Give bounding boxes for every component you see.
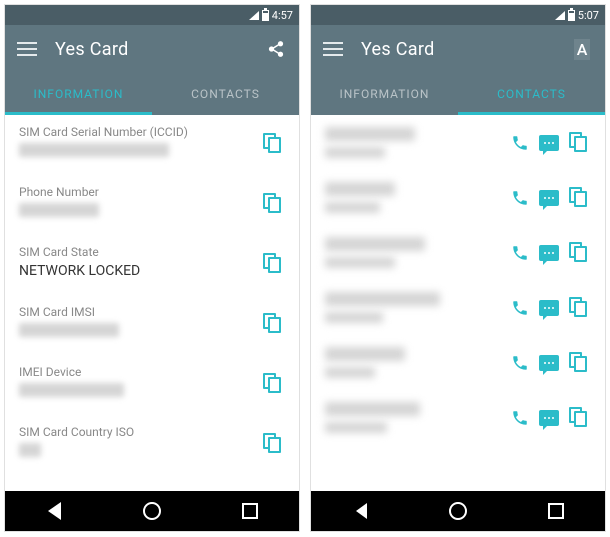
info-label: SIM Card Country ISO: [19, 425, 263, 439]
contact-actions: [511, 297, 591, 319]
nav-bar: [311, 491, 605, 531]
info-value: [19, 443, 263, 461]
phone-icon[interactable]: [511, 244, 529, 262]
contacts-content: [311, 115, 605, 491]
copy-icon[interactable]: [569, 297, 591, 319]
status-time: 5:07: [578, 9, 599, 22]
copy-icon[interactable]: [263, 433, 285, 455]
contact-info: [325, 347, 503, 378]
menu-icon[interactable]: [17, 42, 37, 56]
tab-information[interactable]: INFORMATION: [311, 73, 458, 115]
info-row: SIM Card Serial Number (ICCID): [5, 115, 299, 175]
copy-icon[interactable]: [569, 407, 591, 429]
phone-icon[interactable]: [511, 134, 529, 152]
contact-actions: [511, 407, 591, 429]
battery-icon: [262, 10, 269, 21]
signal-icon: [555, 11, 565, 20]
info-label: SIM Card State: [19, 245, 263, 259]
phone-left: 4:57 Yes Card INFORMATION CONTACTS SIM C…: [4, 4, 300, 532]
info-value: [19, 203, 263, 221]
contact-info: [325, 182, 503, 213]
copy-icon[interactable]: [263, 133, 285, 155]
info-value: [19, 143, 263, 161]
phone-icon[interactable]: [511, 354, 529, 372]
info-value: [19, 323, 263, 341]
tab-contacts[interactable]: CONTACTS: [152, 73, 299, 115]
info-row: IMEI Device: [5, 355, 299, 415]
tab-information[interactable]: INFORMATION: [5, 73, 152, 115]
info-row: SIM Card State NETWORK LOCKED: [5, 235, 299, 295]
contact-info: [325, 127, 503, 158]
contact-actions: [511, 352, 591, 374]
contact-info: [325, 402, 503, 433]
copy-icon[interactable]: [569, 132, 591, 154]
nav-home[interactable]: [438, 497, 478, 525]
sms-icon[interactable]: [539, 245, 559, 261]
sms-icon[interactable]: [539, 410, 559, 426]
nav-back-keyboard[interactable]: [340, 497, 380, 525]
contact-row[interactable]: [311, 280, 605, 335]
tab-contacts[interactable]: CONTACTS: [458, 73, 605, 115]
copy-icon[interactable]: [569, 352, 591, 374]
copy-icon[interactable]: [569, 242, 591, 264]
info-value: [19, 383, 263, 401]
copy-icon[interactable]: [263, 253, 285, 275]
nav-back[interactable]: [34, 497, 74, 525]
sms-icon[interactable]: [539, 355, 559, 371]
app-title: Yes Card: [55, 39, 265, 60]
tabs: INFORMATION CONTACTS: [311, 73, 605, 115]
phone-right: 5:07 Yes Card A INFORMATION CONTACTS: [310, 4, 606, 532]
info-label: Phone Number: [19, 185, 263, 199]
contact-actions: [511, 187, 591, 209]
phone-icon[interactable]: [511, 409, 529, 427]
phone-icon[interactable]: [511, 299, 529, 317]
app-title: Yes Card: [361, 39, 571, 60]
information-content: SIM Card Serial Number (ICCID) Phone Numb…: [5, 115, 299, 491]
contact-info: [325, 292, 503, 323]
share-icon[interactable]: [265, 38, 287, 60]
contact-row[interactable]: [311, 170, 605, 225]
right-action[interactable]: A: [571, 38, 593, 60]
status-bar: 4:57: [5, 5, 299, 25]
copy-icon[interactable]: [263, 373, 285, 395]
info-label: IMEI Device: [19, 365, 263, 379]
contact-row[interactable]: [311, 335, 605, 390]
phone-icon[interactable]: [511, 189, 529, 207]
right-badge-label: A: [574, 39, 591, 60]
info-label: SIM Card IMSI: [19, 305, 263, 319]
app-bar: Yes Card: [5, 25, 299, 73]
signal-icon: [249, 11, 259, 20]
contact-actions: [511, 132, 591, 154]
app-bar: Yes Card A: [311, 25, 605, 73]
sms-icon[interactable]: [539, 190, 559, 206]
nav-bar: [5, 491, 299, 531]
menu-icon[interactable]: [323, 42, 343, 56]
copy-icon[interactable]: [263, 193, 285, 215]
copy-icon[interactable]: [263, 313, 285, 335]
nav-recent[interactable]: [230, 497, 270, 525]
sms-icon[interactable]: [539, 135, 559, 151]
contact-info: [325, 237, 503, 268]
contact-row[interactable]: [311, 225, 605, 280]
nav-recent[interactable]: [536, 497, 576, 525]
contact-actions: [511, 242, 591, 264]
battery-icon: [568, 10, 575, 21]
tabs: INFORMATION CONTACTS: [5, 73, 299, 115]
contact-row[interactable]: [311, 390, 605, 445]
copy-icon[interactable]: [569, 187, 591, 209]
sms-icon[interactable]: [539, 300, 559, 316]
status-bar: 5:07: [311, 5, 605, 25]
contact-row[interactable]: [311, 115, 605, 170]
status-time: 4:57: [272, 9, 293, 22]
info-value: NETWORK LOCKED: [19, 263, 263, 281]
info-row: SIM Card IMSI: [5, 295, 299, 355]
nav-home[interactable]: [132, 497, 172, 525]
info-row: SIM Card Country ISO: [5, 415, 299, 475]
info-label: SIM Card Serial Number (ICCID): [19, 125, 263, 139]
info-row: Phone Number: [5, 175, 299, 235]
